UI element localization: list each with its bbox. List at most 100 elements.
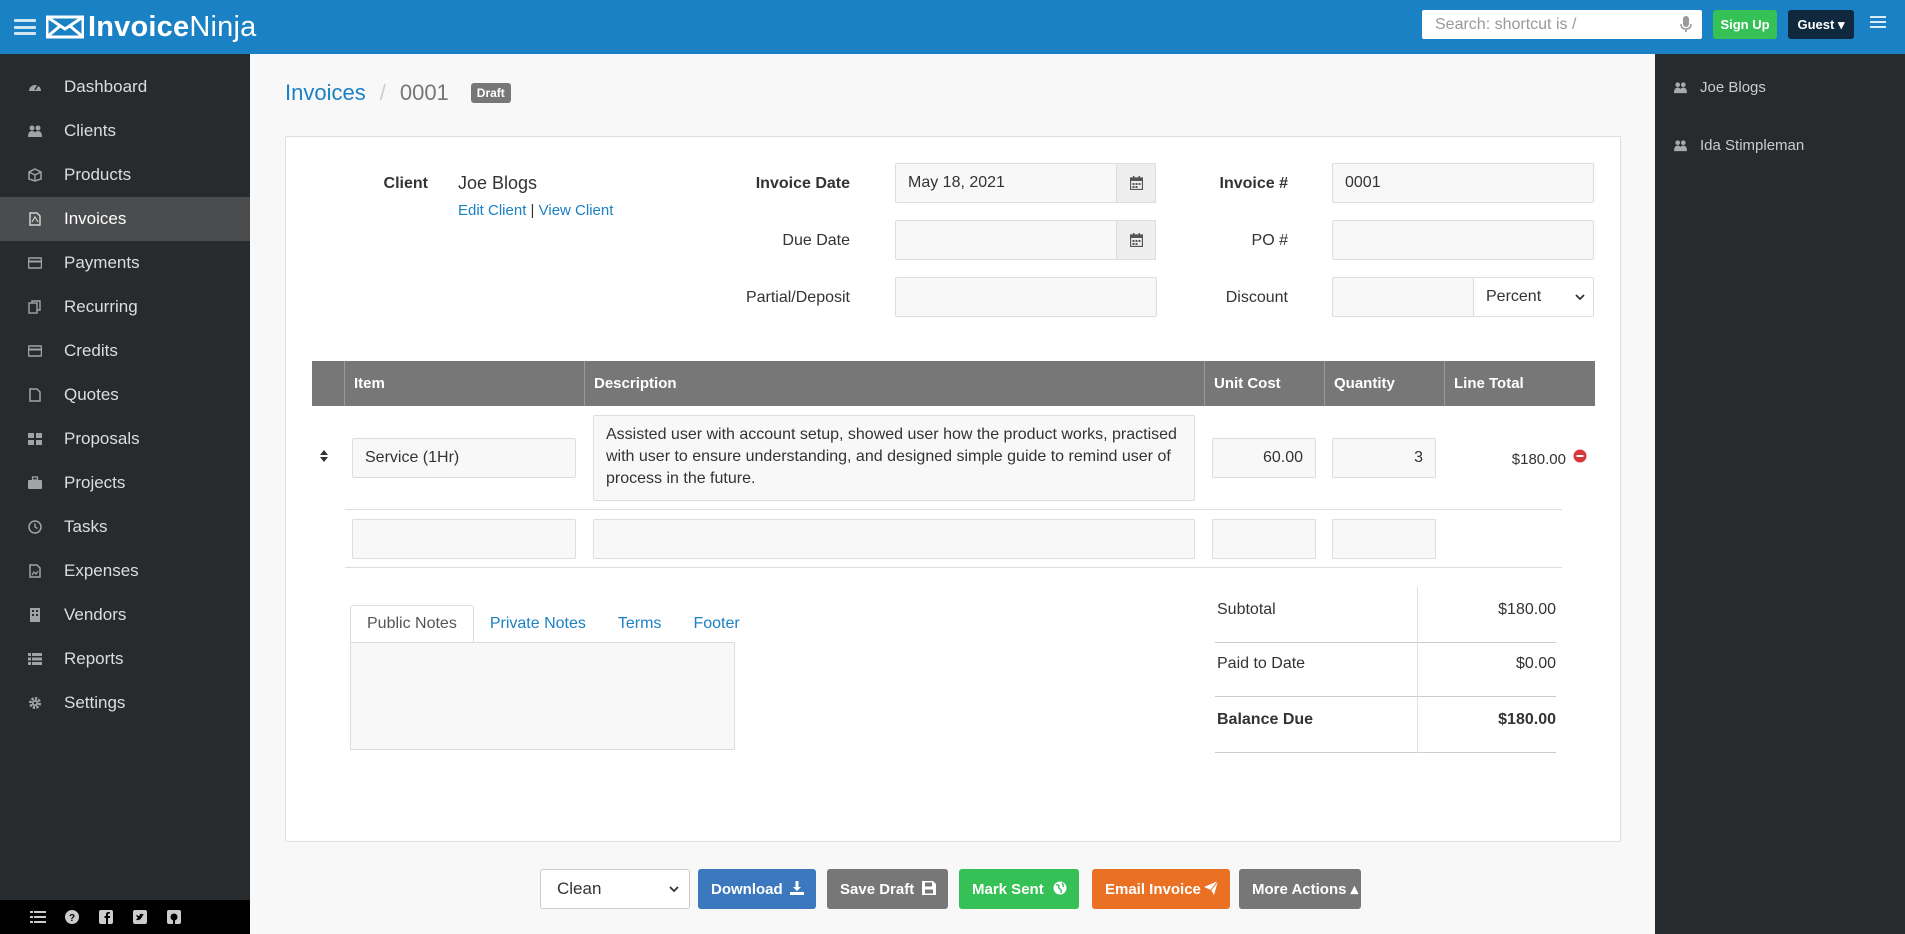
save-draft-label: Save Draft: [840, 880, 915, 898]
top-navbar: Invoice Ninja Search: shortcut is / Sign …: [0, 0, 1905, 54]
clock-icon: [28, 520, 42, 534]
sidebar-toggle-icon[interactable]: [14, 19, 36, 35]
invoice-date-input[interactable]: May 18, 2021: [895, 163, 1117, 203]
sidebar-item-settings[interactable]: Settings: [0, 681, 250, 725]
invoice-date-calendar-button[interactable]: [1116, 163, 1156, 203]
sidebar-item-quotes[interactable]: Quotes: [0, 373, 250, 417]
breadcrumb-separator: /: [379, 80, 386, 105]
email-invoice-button[interactable]: Email Invoice: [1092, 869, 1230, 909]
sidebar-item-label: Products: [64, 165, 132, 184]
globe-icon: [1053, 881, 1067, 895]
download-icon: [790, 881, 804, 895]
sidebar-item-projects[interactable]: Projects: [0, 461, 250, 505]
microphone-icon[interactable]: [1680, 16, 1692, 33]
line-total: $180.00: [1511, 451, 1566, 468]
credit-card-icon: [28, 257, 42, 269]
mark-sent-button[interactable]: Mark Sent: [959, 869, 1079, 909]
due-date-calendar-button[interactable]: [1116, 220, 1156, 260]
sidebar-item-proposals[interactable]: Proposals: [0, 417, 250, 461]
guest-menu-button[interactable]: Guest ▾: [1788, 10, 1854, 39]
recent-client-ida-stimpleman[interactable]: Ida Stimpleman: [1673, 133, 1804, 157]
remove-row-icon[interactable]: [1573, 449, 1587, 463]
recent-client-label: Ida Stimpleman: [1700, 136, 1805, 154]
quantity-input[interactable]: 3: [1332, 438, 1436, 478]
github-icon[interactable]: [166, 909, 182, 925]
recent-client-label: Joe Blogs: [1700, 78, 1766, 96]
right-panel-toggle-icon[interactable]: [1870, 16, 1886, 28]
search-placeholder: Search: shortcut is /: [1435, 15, 1577, 33]
sidebar-item-clients[interactable]: Clients: [0, 109, 250, 153]
paid-to-date-row: Paid to Date $0.00: [1215, 641, 1556, 697]
discount-type-select[interactable]: Percent: [1473, 277, 1594, 317]
dashboard-icon: [29, 84, 41, 91]
partial-deposit-input[interactable]: [895, 277, 1157, 317]
tab-public-notes[interactable]: Public Notes: [350, 605, 474, 643]
sidebar-item-label: Proposals: [64, 429, 140, 448]
new-unit-cost-input[interactable]: [1212, 519, 1316, 559]
breadcrumb-invoices-link[interactable]: Invoices: [285, 80, 366, 106]
invoice-number-input[interactable]: 0001: [1332, 163, 1594, 203]
main-content: Invoices / 0001 Draft Client Joe Blogs E…: [250, 54, 1655, 934]
sidebar-item-dashboard[interactable]: Dashboard: [0, 65, 250, 109]
sidebar-item-label: Tasks: [64, 517, 108, 536]
invoice-form-panel: Client Joe Blogs Edit Client | View Clie…: [285, 136, 1621, 842]
notes-tabs: Public Notes Private Notes Terms Footer: [350, 605, 756, 643]
discount-input[interactable]: [1332, 277, 1474, 317]
unit-cost-input[interactable]: 60.00: [1212, 438, 1316, 478]
new-quantity-input[interactable]: [1332, 519, 1436, 559]
facebook-icon[interactable]: [98, 909, 114, 925]
app-logo[interactable]: Invoice Ninja: [46, 11, 256, 44]
help-icon[interactable]: ?: [64, 909, 80, 925]
chevron-down-icon: [1575, 294, 1585, 301]
sidebar-item-products[interactable]: Products: [0, 153, 250, 197]
building-icon: [30, 608, 40, 622]
view-client-link[interactable]: View Client: [539, 202, 614, 219]
briefcase-icon: [28, 476, 42, 489]
invoice-design-select[interactable]: Clean: [540, 869, 690, 909]
list-icon[interactable]: [30, 909, 46, 925]
po-number-input[interactable]: [1332, 220, 1594, 260]
public-notes-textarea[interactable]: [350, 642, 735, 750]
drag-handle-icon[interactable]: [319, 449, 329, 463]
item-input[interactable]: Service (1Hr): [352, 438, 576, 478]
edit-client-link[interactable]: Edit Client: [458, 202, 526, 219]
subtotal-label: Subtotal: [1217, 601, 1276, 618]
twitter-icon[interactable]: [132, 909, 148, 925]
sidebar-item-payments[interactable]: Payments: [0, 241, 250, 285]
sidebar-item-credits[interactable]: Credits: [0, 329, 250, 373]
new-description-textarea[interactable]: [593, 519, 1195, 559]
calendar-icon: [1129, 233, 1143, 247]
brand-ninja: Ninja: [189, 10, 257, 43]
save-draft-button[interactable]: Save Draft: [827, 869, 948, 909]
breadcrumb-invoice-number: 0001: [399, 80, 449, 105]
sidebar-item-label: Recurring: [64, 297, 138, 316]
balance-due-label: Balance Due: [1217, 711, 1314, 728]
due-date-label: Due Date: [782, 232, 850, 249]
sidebar-item-label: Quotes: [64, 385, 119, 404]
sidebar-item-recurring[interactable]: Recurring: [0, 285, 250, 329]
sidebar-item-tasks[interactable]: Tasks: [0, 505, 250, 549]
tab-terms[interactable]: Terms: [602, 605, 678, 643]
paid-to-date-value: $0.00: [1515, 655, 1556, 672]
cube-icon: [28, 168, 42, 182]
search-input[interactable]: Search: shortcut is /: [1422, 10, 1702, 39]
balance-due-row: Balance Due $180.00: [1215, 697, 1556, 753]
sidebar-item-expenses[interactable]: Expenses: [0, 549, 250, 593]
due-date-input[interactable]: [895, 220, 1117, 260]
sidebar-item-reports[interactable]: Reports: [0, 637, 250, 681]
client-link-separator: |: [530, 202, 535, 219]
new-item-input[interactable]: [352, 519, 576, 559]
sidebar-item-vendors[interactable]: Vendors: [0, 593, 250, 637]
tab-private-notes[interactable]: Private Notes: [474, 605, 602, 643]
sign-up-button[interactable]: Sign Up: [1713, 10, 1777, 39]
description-textarea[interactable]: Assisted user with account setup, showed…: [593, 415, 1195, 501]
more-actions-button[interactable]: More Actions ▴: [1239, 869, 1361, 909]
recent-client-joe-blogs[interactable]: Joe Blogs: [1673, 75, 1766, 99]
sidebar-item-label: Vendors: [64, 605, 127, 624]
download-button[interactable]: Download: [698, 869, 816, 909]
tab-footer[interactable]: Footer: [677, 605, 755, 643]
sidebar-item-invoices[interactable]: Invoices: [0, 197, 250, 241]
invoice-date-label: Invoice Date: [755, 175, 850, 192]
balance-due-value: $180.00: [1498, 711, 1556, 728]
svg-text:?: ?: [69, 913, 75, 924]
